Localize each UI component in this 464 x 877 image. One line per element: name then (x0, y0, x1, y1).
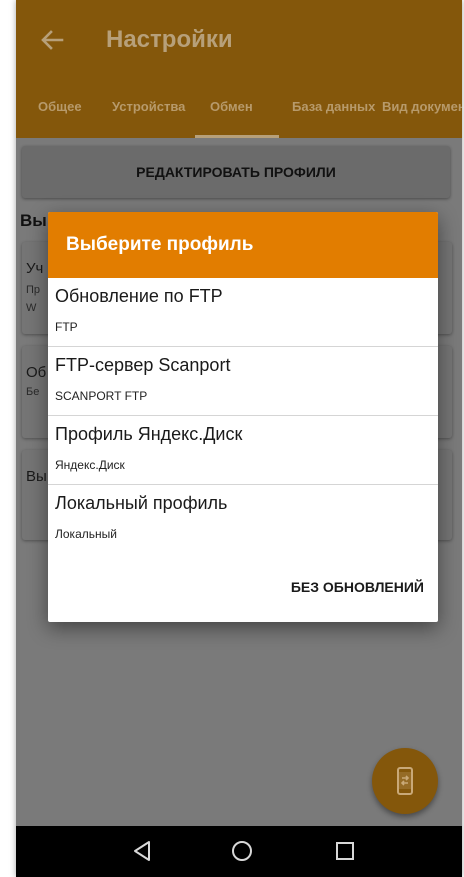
profile-option-local[interactable]: Локальный профиль Локальный (48, 485, 438, 553)
tab-database[interactable]: База данных (292, 99, 375, 114)
card-title: Об (26, 364, 47, 381)
tab-exchange[interactable]: Обмен (210, 99, 253, 114)
tab-general[interactable]: Общее (38, 99, 82, 114)
tab-document-type[interactable]: Вид документа (382, 99, 462, 114)
dialog-header: Выберите профиль (48, 212, 438, 278)
card-title: Вы (26, 468, 47, 485)
option-title: FTP-сервер Scanport (55, 355, 231, 375)
screenshot-frame: Настройки Общее Устройства Обмен База да… (0, 0, 464, 877)
app-bar: Настройки (16, 0, 462, 86)
option-title: Обновление по FTP (55, 286, 223, 306)
tab-bar: Общее Устройства Обмен База данных Вид д… (16, 86, 462, 138)
selected-tab-indicator (195, 135, 279, 138)
tab-devices[interactable]: Устройства (112, 99, 185, 114)
card-title: Уч (26, 260, 44, 277)
back-triangle-icon[interactable] (130, 839, 154, 863)
select-profile-dialog: Выберите профиль Обновление по FTP FTP F… (48, 212, 438, 622)
card-subtitle: Пр (26, 284, 41, 296)
profile-option-yandex-disk[interactable]: Профиль Яндекс.Диск Яндекс.Диск (48, 416, 438, 485)
phone-screen: Настройки Общее Устройства Обмен База да… (16, 0, 462, 877)
option-subtitle: SCANPORT FTP (55, 389, 148, 403)
system-navigation-bar (16, 826, 462, 877)
edit-profiles-button[interactable]: РЕДАКТИРОВАТЬ ПРОФИЛИ (22, 146, 450, 198)
option-title: Профиль Яндекс.Диск (55, 424, 243, 444)
option-subtitle: FTP (55, 320, 78, 334)
option-title: Локальный профиль (55, 493, 228, 513)
phone-sync-icon (397, 767, 413, 795)
profile-option-ftp-update[interactable]: Обновление по FTP FTP (48, 278, 438, 347)
no-updates-button[interactable]: БЕЗ ОБНОВЛЕНИЙ (291, 579, 424, 595)
recents-square-icon[interactable] (333, 839, 357, 863)
dialog-title: Выберите профиль (66, 234, 254, 255)
card-subtitle: W (26, 302, 37, 314)
arrow-back-icon[interactable] (38, 26, 66, 54)
section-heading: Вы (20, 211, 47, 230)
home-circle-icon[interactable] (230, 839, 254, 863)
option-subtitle: Яндекс.Диск (55, 458, 125, 472)
page-title: Настройки (106, 26, 233, 53)
card-subtitle: Бе (26, 386, 40, 398)
sync-fab-button[interactable] (372, 748, 438, 814)
option-subtitle: Локальный (55, 527, 117, 541)
profile-option-ftp-scanport[interactable]: FTP-сервер Scanport SCANPORT FTP (48, 347, 438, 416)
